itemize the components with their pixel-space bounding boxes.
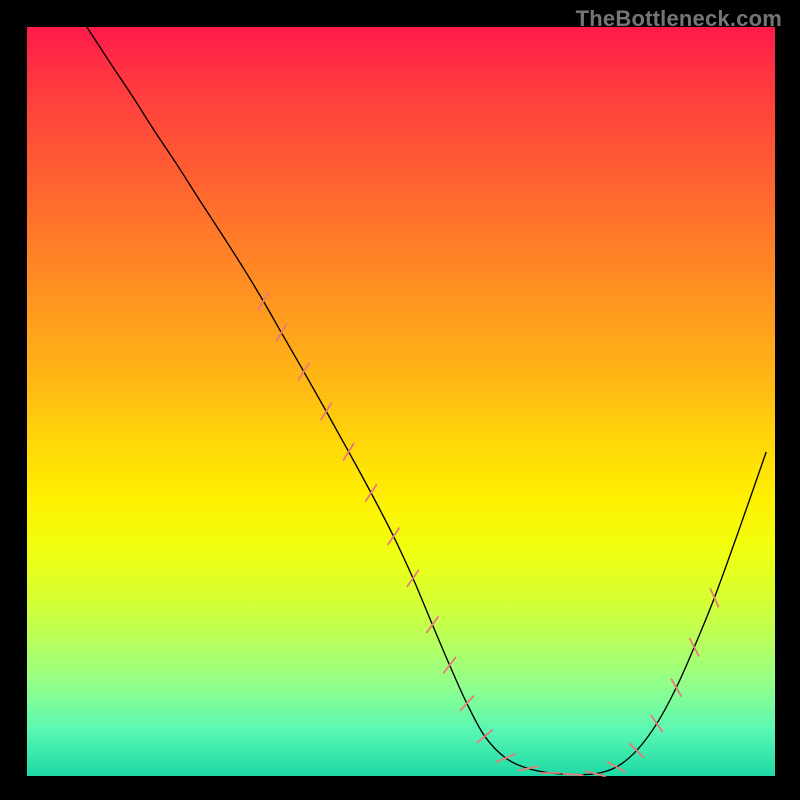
curve-marker: [299, 363, 309, 380]
curve-svg: [27, 27, 775, 776]
curve-marker: [497, 754, 515, 762]
curve-marker: [427, 617, 438, 633]
curve-marker: [608, 762, 625, 772]
curve-marker: [460, 696, 473, 710]
plot-area: [27, 27, 775, 776]
curve-marker: [586, 771, 605, 776]
curve-marker: [690, 638, 699, 655]
curve-marker: [630, 744, 644, 758]
curve-marker: [388, 528, 399, 544]
curve-marker: [343, 443, 353, 460]
curve-marker: [477, 730, 492, 743]
curve-marker: [258, 293, 268, 310]
chart-stage: TheBottleneck.com: [0, 0, 800, 800]
curve-marker: [671, 679, 681, 696]
curve-marker: [366, 485, 377, 501]
curve-marker: [710, 589, 718, 607]
curve-markers: [258, 293, 718, 776]
curve-marker: [651, 716, 662, 732]
curve-marker: [407, 570, 418, 586]
curve-marker: [563, 774, 582, 775]
curve-marker: [276, 324, 286, 341]
curve-marker: [519, 766, 538, 770]
curve-marker: [444, 657, 456, 672]
bottleneck-curve: [87, 27, 766, 775]
watermark-text: TheBottleneck.com: [576, 6, 782, 32]
curve-marker: [321, 403, 331, 420]
